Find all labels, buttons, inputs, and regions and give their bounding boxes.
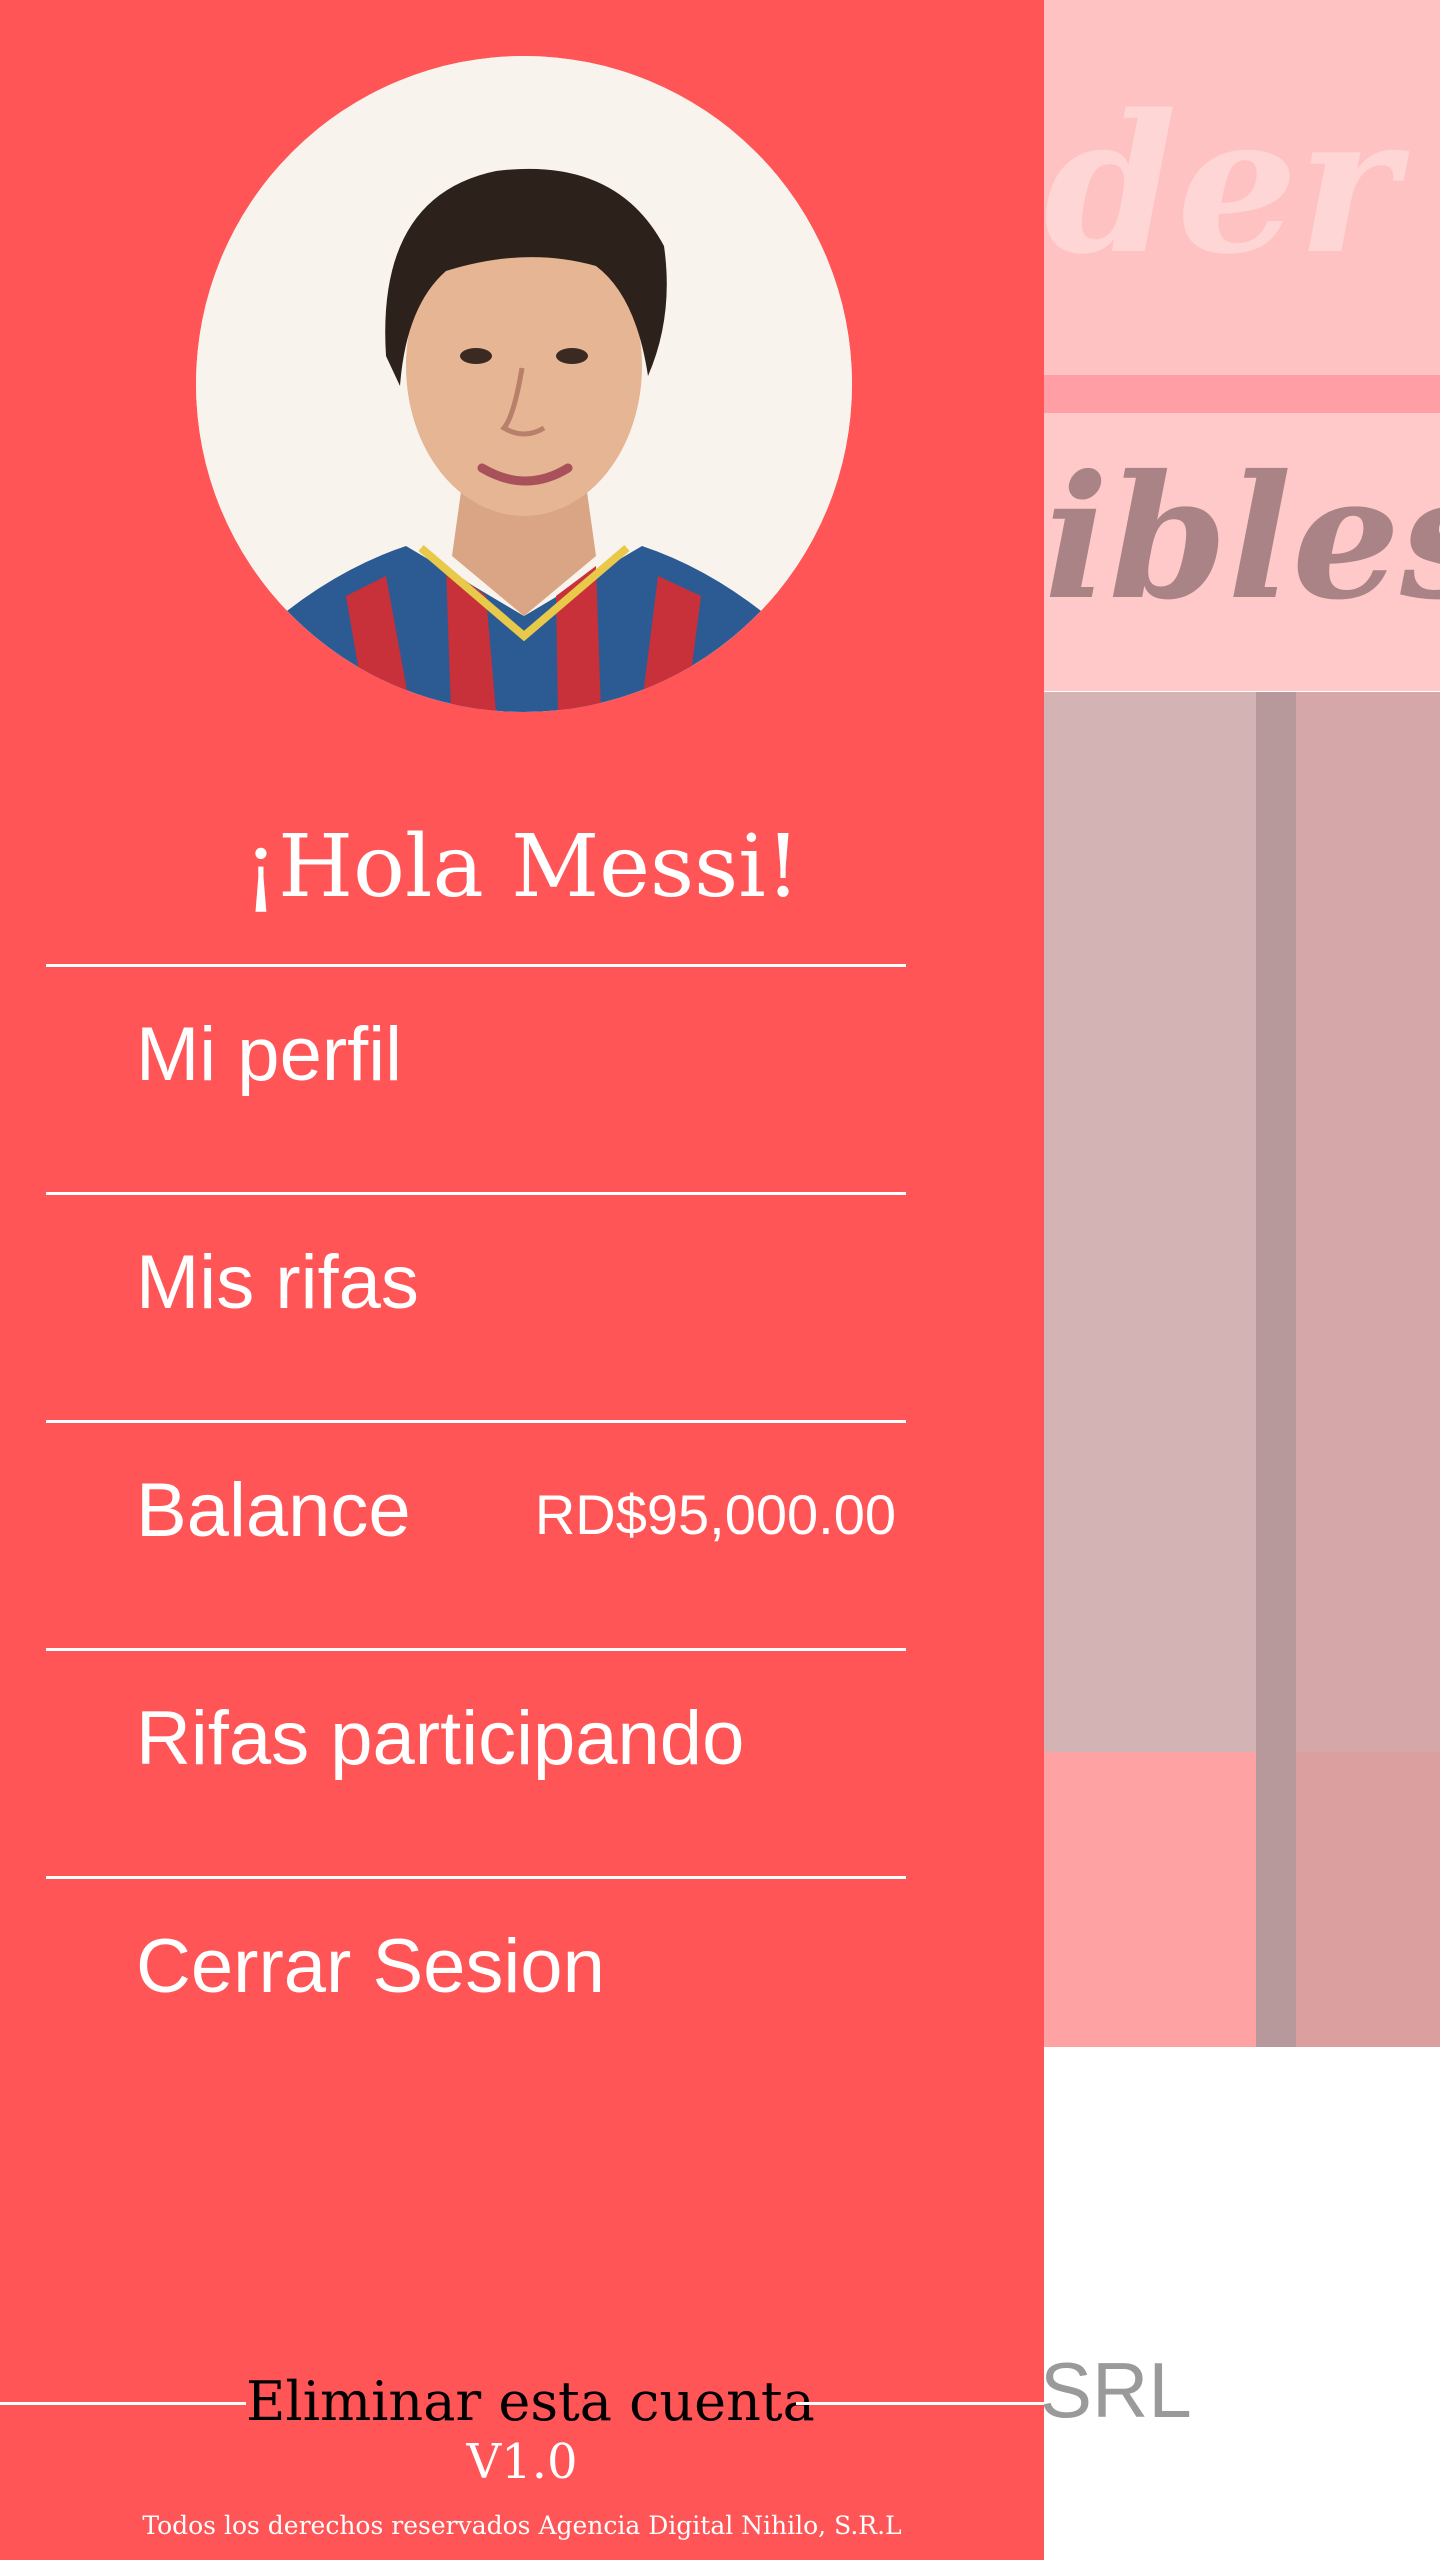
menu-item-label: Cerrar Sesion (136, 1924, 605, 2009)
delete-divider-right (796, 2402, 1044, 2405)
menu-item-label: Rifas participando (136, 1696, 745, 1781)
menu-item-label: Balance (136, 1468, 411, 1553)
background-card (1044, 692, 1256, 1752)
delete-divider-left (0, 2402, 246, 2405)
background-card-footer (1296, 1752, 1440, 2047)
avatar[interactable] (196, 56, 852, 712)
menu-item-mis-rifas[interactable]: Mis rifas (46, 1195, 906, 1419)
background-subheader: ibles (1044, 413, 1440, 691)
menu-item-label: Mi perfil (136, 1012, 403, 1097)
background-card (1296, 692, 1440, 1752)
background-strip (1044, 375, 1440, 413)
avatar-photo (196, 56, 852, 712)
balance-amount: RD$95,000.00 (534, 1483, 896, 1546)
menu-item-balance[interactable]: Balance RD$95,000.00 (46, 1423, 906, 1647)
navigation-drawer: ¡Hola Messi! Mi perfil Mis rifas Balance… (0, 0, 1044, 2560)
background-header-title: der (1044, 73, 1398, 296)
app-version: V1.0 (466, 2434, 578, 2490)
menu-item-rifas-participando[interactable]: Rifas participando (46, 1651, 906, 1875)
background-divider (1256, 692, 1296, 2047)
background-footer-text: SRL (1040, 2346, 1192, 2434)
background-header: der (1044, 0, 1440, 375)
copyright-text: Todos los derechos reservados Agencia Di… (142, 2511, 902, 2540)
menu-item-label: Mis rifas (136, 1240, 419, 1325)
background-subheader-title: ibles (1044, 438, 1440, 638)
background-card-footer (1044, 1752, 1256, 2047)
greeting-title: ¡Hola Messi! (243, 817, 801, 917)
menu-item-cerrar-sesion[interactable]: Cerrar Sesion (46, 1879, 906, 2103)
menu-item-mi-perfil[interactable]: Mi perfil (46, 967, 906, 1191)
